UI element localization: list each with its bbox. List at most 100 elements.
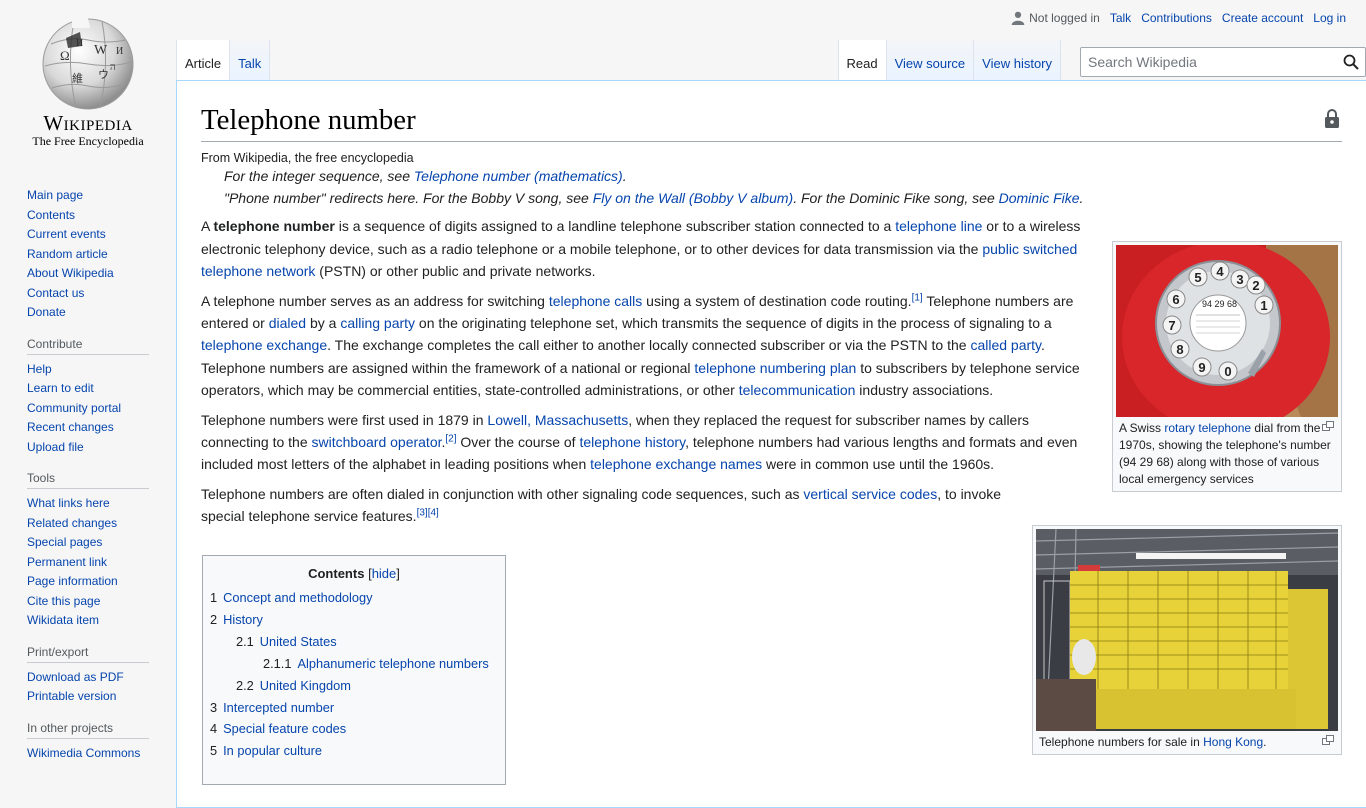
tab-article[interactable]: Article [176, 40, 231, 80]
sidebar-item-wikidata-item[interactable]: Wikidata item [27, 613, 99, 627]
sidebar-item-upload-file[interactable]: Upload file [27, 440, 84, 454]
hatnote-text: . For the Dominic Fike song, see [793, 190, 999, 207]
sidebar-item-main-page[interactable]: Main page [27, 188, 83, 202]
text: on the originating telephone set, which … [415, 315, 1052, 332]
toc-link[interactable]: 3 Intercepted number [210, 700, 334, 715]
search-box [1080, 47, 1366, 77]
site-subtitle: From Wikipedia, the free encyclopedia [201, 151, 414, 166]
ref-1[interactable]: [1] [912, 292, 923, 303]
toc-link[interactable]: 2.1.1 Alphanumeric telephone numbers [263, 656, 489, 671]
text: A telephone number serves as an address … [201, 292, 549, 309]
link-switchboard-operator[interactable]: switchboard operator [312, 434, 442, 450]
sidebar-item-about[interactable]: About Wikipedia [27, 266, 114, 280]
toc-label: Alphanumeric telephone numbers [297, 655, 489, 671]
toc-item: 2 History [210, 609, 498, 631]
sidebar-item-current-events[interactable]: Current events [27, 227, 106, 241]
main-content: Telephone number From Wikipedia, the fre… [176, 80, 1366, 808]
link-telephone-numbering-plan[interactable]: telephone numbering plan [694, 360, 856, 376]
link-hong-kong[interactable]: Hong Kong [1203, 735, 1263, 749]
sidebar-item-special-pages[interactable]: Special pages [27, 535, 102, 549]
svg-text:7: 7 [1168, 318, 1175, 333]
sidebar-item-recent-changes[interactable]: Recent changes [27, 420, 114, 434]
text: . The exchange completes the call either… [327, 337, 971, 354]
enlarge-icon[interactable] [1322, 735, 1334, 745]
sidebar-item-community-portal[interactable]: Community portal [27, 401, 121, 415]
link-telephone-calls[interactable]: telephone calls [549, 293, 642, 309]
wikipedia-logo[interactable]: Ω W И И 維 ウ ה Wikipedia The Free Encyclo… [12, 14, 164, 159]
tab-talk[interactable]: Talk [230, 40, 271, 80]
sidebar-item-donate[interactable]: Donate [27, 305, 66, 319]
hong-kong-numbers-image[interactable] [1036, 529, 1338, 731]
talk-link[interactable]: Talk [1110, 11, 1131, 25]
sidebar-item-download-pdf[interactable]: Download as PDF [27, 670, 124, 684]
link-dialed[interactable]: dialed [269, 315, 306, 331]
search-input[interactable] [1086, 49, 1326, 75]
link-rotary-telephone[interactable]: rotary telephone [1164, 421, 1251, 435]
svg-text:2: 2 [1252, 278, 1259, 293]
link-telephone-history[interactable]: telephone history [579, 434, 685, 450]
toc-link[interactable]: 2 History [210, 612, 263, 627]
link-dominic-fike[interactable]: Dominic Fike [999, 190, 1080, 206]
link-telephone-line[interactable]: telephone line [895, 218, 982, 234]
sidebar-item-related-changes[interactable]: Related changes [27, 516, 117, 530]
text: (PSTN) or other public and private netwo… [315, 263, 596, 280]
sidebar-item-contact[interactable]: Contact us [27, 286, 84, 300]
tab-talk-label: Talk [238, 56, 262, 71]
protection-lock-icon[interactable] [1324, 108, 1340, 128]
toc-link[interactable]: 2.2 United Kingdom [236, 678, 351, 693]
wikipedia-globe-icon: Ω W И И 維 ウ ה [42, 18, 134, 110]
link-called-party[interactable]: called party [970, 337, 1041, 353]
log-in-link[interactable]: Log in [1313, 11, 1346, 25]
toc-link[interactable]: 1 Concept and methodology [210, 590, 373, 605]
enlarge-icon[interactable] [1322, 421, 1334, 431]
toc-title: Contents [hide] [210, 566, 498, 581]
sidebar-item-what-links-here[interactable]: What links here [27, 496, 110, 510]
link-vertical-service-codes[interactable]: vertical service codes [803, 486, 937, 502]
text: Telephone numbers were first used in 187… [201, 411, 488, 428]
ref-2[interactable]: [2] [445, 433, 456, 444]
link-lowell-massachusetts[interactable]: Lowell, Massachusetts [487, 412, 628, 428]
svg-text:維: 維 [72, 72, 83, 85]
ref-4[interactable]: [4] [428, 508, 439, 519]
toc-number: 2.1 [236, 633, 254, 649]
tab-read[interactable]: Read [837, 40, 887, 80]
sidebar-item-help[interactable]: Help [27, 362, 52, 376]
text: is a sequence of digits assigned to a la… [334, 218, 896, 235]
toc-link[interactable]: 2.1 United States [236, 634, 337, 649]
sidebar-item-page-information[interactable]: Page information [27, 574, 118, 588]
sidebar-item-permanent-link[interactable]: Permanent link [27, 555, 107, 569]
wikipedia-tagline: The Free Encyclopedia [32, 134, 144, 148]
toc-number: 1 [210, 590, 218, 605]
sidebar-item-contents[interactable]: Contents [27, 208, 75, 222]
link-telephone-exchange-names[interactable]: telephone exchange names [590, 456, 762, 472]
sidebar-item-cite-this-page[interactable]: Cite this page [27, 594, 100, 608]
ref-3[interactable]: [3] [417, 508, 428, 519]
toc-hide-button[interactable]: hide [372, 566, 397, 581]
link-calling-party[interactable]: calling party [340, 315, 415, 331]
toc-number: 5 [210, 743, 218, 759]
link-telephone-number-mathematics[interactable]: Telephone number (mathematics) [414, 168, 623, 184]
sidebar-item-learn-to-edit[interactable]: Learn to edit [27, 381, 94, 395]
toc-label: United Kingdom [259, 677, 351, 693]
toc-item: 2.2 United Kingdom [210, 675, 498, 697]
toc-link[interactable]: 5 In popular culture [210, 743, 322, 758]
not-logged-in-label: Not logged in [1029, 11, 1100, 25]
tab-view-source[interactable]: View source [886, 40, 975, 80]
toc-number: 3 [210, 699, 218, 715]
search-icon[interactable] [1343, 54, 1359, 70]
link-telephone-exchange[interactable]: telephone exchange [201, 337, 327, 353]
sidebar-item-random-article[interactable]: Random article [27, 247, 108, 261]
sidebar-heading-contribute: Contribute [27, 337, 149, 355]
svg-text:ウ: ウ [98, 68, 109, 81]
create-account-link[interactable]: Create account [1222, 11, 1303, 25]
link-telecommunication[interactable]: telecommunication [739, 382, 856, 398]
toc-link[interactable]: 4 Special feature codes [210, 721, 346, 736]
sidebar-heading-other-projects: In other projects [27, 721, 149, 739]
sidebar-item-printable-version[interactable]: Printable version [27, 689, 116, 703]
sidebar-item-wikimedia-commons[interactable]: Wikimedia Commons [27, 746, 140, 760]
contributions-link[interactable]: Contributions [1141, 11, 1212, 25]
tab-view-history[interactable]: View history [974, 40, 1061, 80]
link-fly-on-the-wall[interactable]: Fly on the Wall (Bobby V album) [593, 190, 794, 206]
not-logged-in: Not logged in [1011, 11, 1100, 25]
rotary-telephone-image[interactable]: 94 29 68 3 4 5 6 7 8 9 0 2 1 [1116, 245, 1338, 417]
